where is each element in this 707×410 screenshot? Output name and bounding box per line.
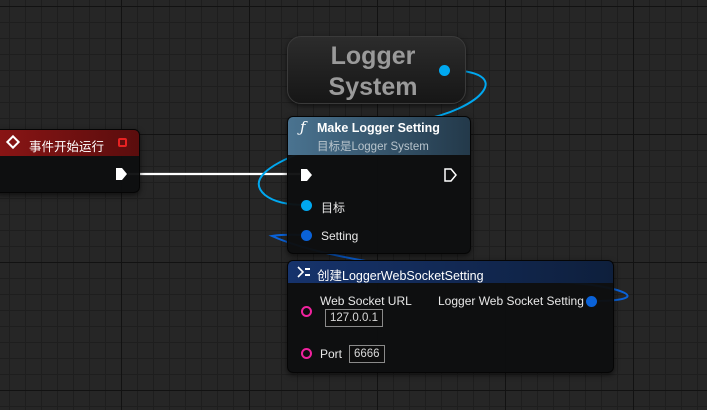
make-struct-icon bbox=[297, 266, 310, 278]
create-websocket-setting-node[interactable]: 创建LoggerWebSocketSetting Web Socket URL … bbox=[287, 260, 614, 373]
websocket-url-input[interactable]: 127.0.0.1 bbox=[325, 309, 383, 327]
make-setting-exec-in-pin[interactable] bbox=[300, 168, 314, 182]
function-icon: ƒ bbox=[300, 118, 306, 136]
make-logger-setting-node[interactable]: ƒ Make Logger Setting 目标是Logger System 目… bbox=[287, 116, 471, 254]
websocket-url-label: Web Socket URL bbox=[320, 294, 412, 308]
make-setting-title: Make Logger Setting bbox=[317, 121, 440, 135]
port-pin[interactable] bbox=[301, 348, 312, 359]
target-pin[interactable] bbox=[301, 200, 312, 211]
setting-pin-label: Setting bbox=[321, 229, 359, 243]
websocket-setting-output-pin[interactable] bbox=[586, 296, 597, 307]
port-input[interactable]: 6666 bbox=[349, 345, 385, 363]
logger-system-node[interactable]: Logger System bbox=[287, 36, 466, 104]
logger-system-output-pin[interactable] bbox=[439, 65, 450, 76]
event-delegate-pin[interactable] bbox=[118, 138, 127, 147]
event-exec-out-pin[interactable] bbox=[115, 167, 129, 181]
make-setting-subtitle: 目标是Logger System bbox=[317, 141, 429, 153]
websocket-setting-output-label: Logger Web Socket Setting bbox=[438, 294, 584, 308]
target-pin-label: 目标 bbox=[321, 201, 346, 215]
make-setting-exec-out-pin[interactable] bbox=[444, 168, 458, 182]
port-label: Port bbox=[320, 347, 343, 361]
setting-pin[interactable] bbox=[301, 230, 312, 241]
event-begin-play-node[interactable]: 事件开始运行 bbox=[0, 129, 140, 193]
logger-system-title: Logger System bbox=[328, 42, 418, 101]
websocket-url-pin[interactable] bbox=[301, 306, 312, 317]
create-ws-title: 创建LoggerWebSocketSetting bbox=[317, 269, 484, 283]
event-node-title: 事件开始运行 bbox=[29, 140, 105, 154]
